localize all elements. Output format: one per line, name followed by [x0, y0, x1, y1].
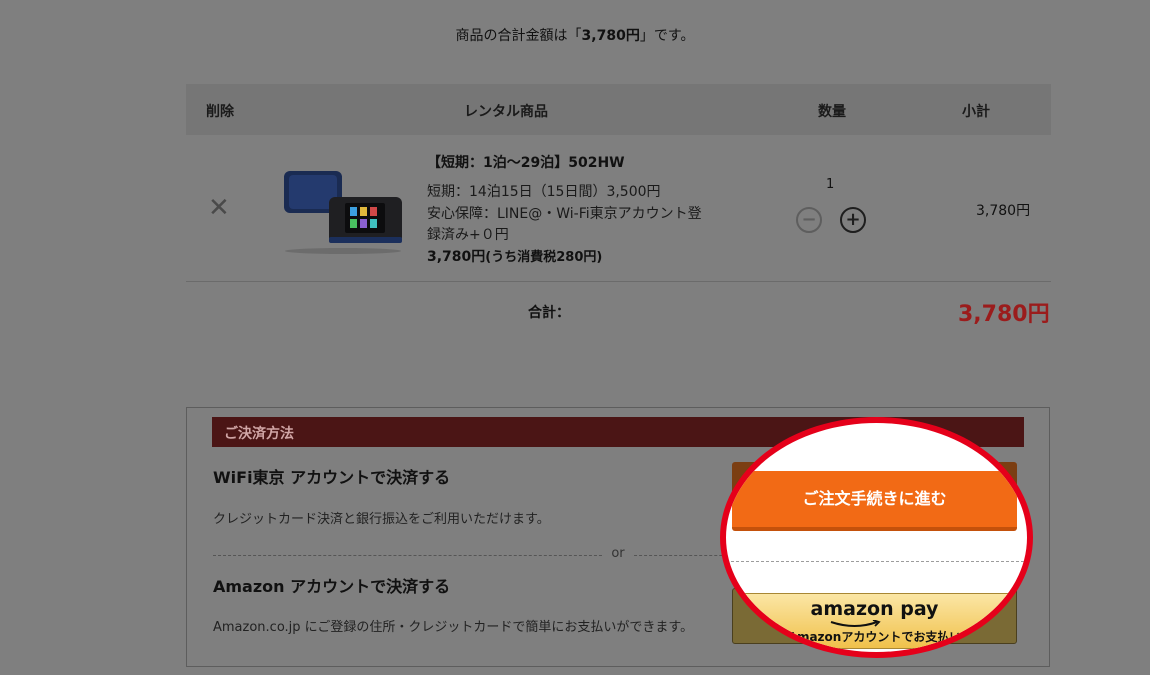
summary-suffix: 」です。	[639, 28, 695, 44]
amazon-pay-button[interactable]: amazon pay Amazonアカウントでお支払い ›	[732, 593, 1017, 649]
row-divider	[186, 281, 1051, 282]
product-insurance: 安心保障：LINE@・Wi-Fi東京アカウント登	[427, 206, 702, 222]
product-title: 【短期：1泊～29泊】502HW	[427, 155, 625, 171]
quantity-minus-button[interactable]: −	[796, 207, 822, 233]
product-price: 3,780円(うち消費税280円)	[427, 246, 602, 266]
total-label: 合計：	[528, 305, 570, 321]
method-wifitokyo-title: WiFi東京 アカウントで決済する	[213, 468, 451, 487]
row-subtotal: 3,780円	[976, 203, 1031, 219]
highlight-circle: ご注文手続きに進む amazon pay Amazonアカウントでお支払い ›	[720, 417, 1033, 658]
header-qty: 数量	[818, 104, 846, 120]
amazon-pay-sub: Amazonアカウントでお支払い	[787, 630, 962, 644]
quantity-plus-button[interactable]: +	[840, 207, 866, 233]
header-subtotal: 小計	[962, 104, 990, 120]
close-icon[interactable]: ✕	[208, 195, 230, 221]
method-amazon-title: Amazon アカウントで決済する	[213, 577, 451, 596]
proceed-order-button[interactable]: ご注文手続きに進む	[732, 471, 1017, 531]
total-value: 3,780円	[958, 302, 1050, 327]
summary-amount: 3,780円	[581, 28, 640, 44]
product-tax-note: (うち消費税280円)	[485, 250, 603, 265]
highlight-divider	[726, 561, 1027, 562]
payment-header-label: ご決済方法	[224, 426, 294, 442]
method-amazon-desc: Amazon.co.jp にご登録の住所・クレジットカードで簡単にお支払いができ…	[213, 620, 694, 635]
header-delete: 削除	[206, 104, 234, 120]
summary-prefix: 商品の合計金額は「	[455, 28, 582, 44]
product-period: 短期：14泊15日（15日間）3,500円	[427, 184, 661, 200]
cart-summary: 商品の合計金額は「3,780円」です。	[0, 25, 1150, 45]
product-insurance-cont: 録済み+０円	[427, 227, 509, 243]
product-price-value: 3,780円	[427, 249, 486, 265]
amazon-smile-icon	[830, 620, 881, 627]
product-image	[284, 171, 402, 254]
chevron-right-icon: ›	[1000, 608, 1008, 629]
method-wifitokyo-desc: クレジットカード決済と銀行振込をご利用いただけます。	[213, 512, 550, 527]
amazon-pay-logo: amazon pay	[810, 598, 939, 620]
cart-table-header: 削除 レンタル商品 数量 小計	[186, 84, 1051, 135]
header-product: レンタル商品	[464, 104, 548, 120]
quantity-value: 1	[826, 177, 835, 192]
or-label: or	[604, 546, 632, 561]
